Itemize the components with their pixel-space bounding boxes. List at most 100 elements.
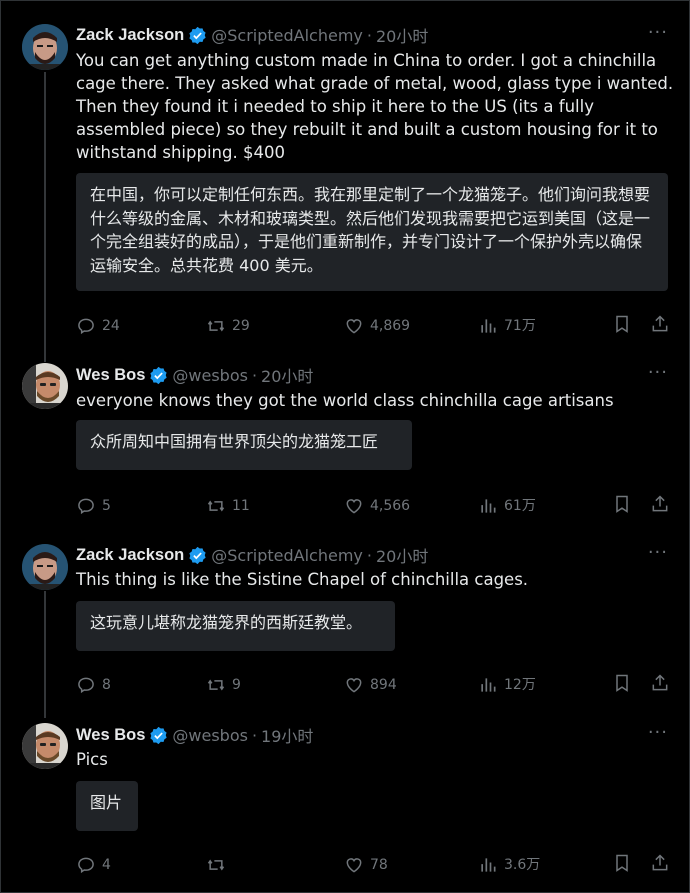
tweet-header: Zack Jackson @ScriptedAlchemy · 20小时 bbox=[76, 23, 428, 47]
author-name[interactable]: Zack Jackson bbox=[76, 26, 184, 45]
bookmark-button[interactable] bbox=[612, 494, 632, 518]
tweet[interactable]: Zack Jackson @ScriptedAlchemy · 20小时 ···… bbox=[0, 525, 690, 705]
tweet-header: Zack Jackson @ScriptedAlchemy · 20小时 bbox=[76, 543, 428, 567]
reply-button[interactable]: 4 bbox=[76, 853, 111, 877]
verified-badge-icon bbox=[188, 26, 207, 45]
avatar-zack[interactable] bbox=[22, 544, 68, 590]
more-icon[interactable]: ··· bbox=[648, 542, 668, 563]
bookmark-button[interactable] bbox=[612, 673, 632, 697]
avatar-wes[interactable] bbox=[22, 723, 68, 769]
like-button[interactable]: 4,566 bbox=[344, 494, 410, 518]
author-name[interactable]: Wes Bos bbox=[76, 366, 145, 385]
tweet[interactable]: Wes Bos @wesbos · 20小时 ··· everyone know… bbox=[0, 345, 690, 525]
retweet-button[interactable]: 11 bbox=[206, 494, 250, 518]
more-icon[interactable]: ··· bbox=[648, 22, 668, 43]
reply-count: 8 bbox=[102, 677, 111, 693]
tweet-text: You can get anything custom made in Chin… bbox=[76, 51, 674, 162]
bookmark-icon bbox=[616, 854, 628, 872]
like-button[interactable]: 4,869 bbox=[344, 314, 410, 338]
retweet-count: 29 bbox=[232, 318, 250, 334]
view-count: 3.6万 bbox=[504, 857, 541, 873]
reply-count: 24 bbox=[102, 318, 120, 334]
reply-count: 4 bbox=[102, 857, 111, 873]
reply-icon bbox=[78, 857, 94, 874]
views-button[interactable]: 61万 bbox=[478, 494, 536, 518]
bookmark-icon bbox=[616, 315, 628, 333]
reply-button[interactable]: 24 bbox=[76, 314, 120, 338]
like-button[interactable]: 894 bbox=[344, 673, 397, 697]
like-count: 4,869 bbox=[370, 318, 411, 334]
share-icon bbox=[652, 674, 668, 691]
action-bar: 8 9 894 12万 bbox=[76, 673, 672, 697]
tweet-text: Pics bbox=[76, 750, 108, 769]
views-icon bbox=[481, 499, 496, 513]
like-button[interactable]: 78 bbox=[344, 853, 388, 877]
tweet-text: This thing is like the Sistine Chapel of… bbox=[76, 570, 529, 589]
bookmark-icon bbox=[616, 674, 628, 692]
action-bar: 24 29 4,869 71万 bbox=[76, 314, 672, 338]
author-handle[interactable]: @ScriptedAlchemy bbox=[211, 546, 363, 565]
separator-dot: · bbox=[366, 25, 372, 45]
heart-icon bbox=[346, 499, 362, 514]
avatar-zack[interactable] bbox=[22, 24, 68, 70]
share-icon bbox=[652, 854, 668, 871]
timestamp[interactable]: 20小时 bbox=[376, 543, 428, 567]
author-name[interactable]: Zack Jackson bbox=[76, 546, 184, 565]
translation-box: 图片 bbox=[76, 781, 138, 831]
timestamp[interactable]: 19小时 bbox=[261, 723, 313, 747]
reply-icon bbox=[78, 677, 94, 694]
translation-box: 在中国，你可以定制任何东西。我在那里定制了一个龙猫笼子。他们询问我想要什么等级的… bbox=[76, 173, 668, 291]
author-handle[interactable]: @wesbos bbox=[172, 366, 248, 385]
views-button[interactable]: 71万 bbox=[478, 314, 536, 338]
heart-icon bbox=[346, 319, 362, 334]
timestamp[interactable]: 20小时 bbox=[261, 363, 313, 387]
share-button[interactable] bbox=[650, 853, 670, 877]
bookmark-button[interactable] bbox=[612, 853, 632, 877]
translation-box: 众所周知中国拥有世界顶尖的龙猫笼工匠 bbox=[76, 420, 412, 470]
share-button[interactable] bbox=[650, 494, 670, 518]
share-button[interactable] bbox=[650, 314, 670, 338]
like-count: 894 bbox=[370, 677, 397, 693]
action-bar: 5 11 4,566 61万 bbox=[76, 494, 672, 518]
retweet-button[interactable]: 29 bbox=[206, 314, 250, 338]
retweet-button[interactable]: 9 bbox=[206, 673, 241, 697]
verified-badge-icon bbox=[149, 366, 168, 385]
retweet-button[interactable] bbox=[206, 853, 232, 877]
tweet-text: everyone knows they got the world class … bbox=[76, 391, 614, 410]
tweet-header: Wes Bos @wesbos · 19小时 bbox=[76, 723, 313, 747]
author-handle[interactable]: @wesbos bbox=[172, 726, 248, 745]
share-button[interactable] bbox=[650, 673, 670, 697]
separator-dot: · bbox=[366, 545, 372, 565]
view-count: 12万 bbox=[504, 677, 536, 693]
author-name[interactable]: Wes Bos bbox=[76, 726, 145, 745]
reply-button[interactable]: 8 bbox=[76, 673, 111, 697]
author-handle[interactable]: @ScriptedAlchemy bbox=[211, 26, 363, 45]
like-count: 78 bbox=[370, 857, 388, 873]
avatar-wes[interactable] bbox=[22, 363, 68, 409]
views-button[interactable]: 3.6万 bbox=[478, 853, 540, 877]
more-icon[interactable]: ··· bbox=[648, 722, 668, 743]
reply-count: 5 bbox=[102, 498, 111, 514]
tweet[interactable]: Zack Jackson @ScriptedAlchemy · 20小时 ···… bbox=[0, 0, 690, 345]
retweet-count: 9 bbox=[232, 677, 241, 693]
verified-badge-icon bbox=[188, 546, 207, 565]
view-count: 61万 bbox=[504, 498, 536, 514]
translation-box: 这玩意儿堪称龙猫笼界的西斯廷教堂。 bbox=[76, 601, 395, 651]
bookmark-icon bbox=[616, 495, 628, 513]
tweet-header: Wes Bos @wesbos · 20小时 bbox=[76, 363, 313, 387]
heart-icon bbox=[346, 678, 362, 693]
views-button[interactable]: 12万 bbox=[478, 673, 536, 697]
bookmark-button[interactable] bbox=[612, 314, 632, 338]
retweet-count: 11 bbox=[232, 498, 250, 514]
tweet[interactable]: Wes Bos @wesbos · 19小时 ··· Pics 图片 4 78 … bbox=[0, 705, 690, 893]
like-count: 4,566 bbox=[370, 498, 411, 514]
reply-button[interactable]: 5 bbox=[76, 494, 111, 518]
reply-icon bbox=[78, 318, 94, 335]
views-icon bbox=[481, 678, 496, 692]
timestamp[interactable]: 20小时 bbox=[376, 23, 428, 47]
separator-dot: · bbox=[251, 725, 258, 745]
retweet-icon bbox=[207, 500, 225, 512]
more-icon[interactable]: ··· bbox=[648, 362, 668, 383]
retweet-icon bbox=[207, 679, 225, 691]
reply-icon bbox=[78, 498, 94, 515]
